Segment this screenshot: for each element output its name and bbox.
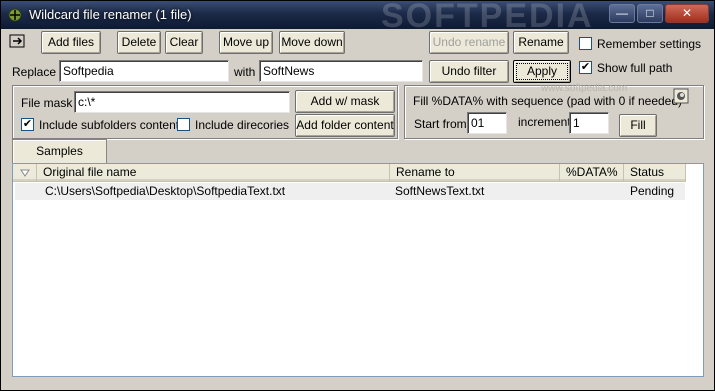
include-directories-label: Include direcories bbox=[195, 118, 290, 132]
increment-label: increment bbox=[518, 115, 571, 129]
file-mask-label: File mask bbox=[21, 96, 73, 110]
minimize-button[interactable]: — bbox=[609, 4, 635, 23]
rename-button[interactable]: Rename bbox=[513, 31, 569, 54]
eraser-icon[interactable] bbox=[673, 88, 689, 104]
app-icon bbox=[8, 8, 22, 22]
remember-settings-checkbox[interactable] bbox=[579, 37, 592, 50]
delete-button[interactable]: Delete bbox=[117, 31, 161, 54]
sequence-heading: Fill %DATA% with sequence (pad with 0 if… bbox=[413, 94, 683, 108]
table-row[interactable]: C:\Users\Softpedia\Desktop\SoftpediaText… bbox=[15, 183, 685, 200]
replace-label: Replace bbox=[12, 65, 57, 79]
sort-column-header[interactable] bbox=[13, 164, 37, 182]
file-list[interactable]: Original file name Rename to %DATA% Stat… bbox=[12, 163, 704, 377]
close-button[interactable]: ✕ bbox=[665, 4, 709, 23]
samples-button[interactable]: Samples bbox=[12, 139, 107, 163]
increment-input[interactable]: 1 bbox=[569, 112, 609, 134]
start-from-label: Start from bbox=[414, 117, 467, 131]
column-header-rename-to[interactable]: Rename to bbox=[390, 164, 560, 182]
show-full-path-label: Show full path bbox=[597, 61, 673, 75]
apply-button[interactable]: Apply bbox=[513, 60, 571, 83]
cell-original: C:\Users\Softpedia\Desktop\SoftpediaText… bbox=[45, 184, 286, 198]
pin-icon[interactable] bbox=[9, 33, 25, 49]
cell-status: Pending bbox=[630, 184, 675, 198]
show-full-path-checkbox[interactable]: ✔ bbox=[579, 61, 592, 74]
softpedia-watermark: www.softpedia.com bbox=[541, 83, 628, 94]
column-header-original[interactable]: Original file name bbox=[37, 164, 390, 182]
add-with-mask-button[interactable]: Add w/ mask bbox=[295, 90, 395, 113]
include-directories-checkbox[interactable] bbox=[177, 118, 190, 131]
remember-settings-label: Remember settings bbox=[597, 37, 702, 51]
add-folder-content-button[interactable]: Add folder content bbox=[295, 114, 395, 137]
file-mask-input[interactable]: c:\* bbox=[74, 91, 290, 113]
cell-rename-to: SoftNewsText.txt bbox=[395, 184, 485, 198]
with-input[interactable]: SoftNews bbox=[259, 60, 423, 82]
window-title: Wildcard file renamer (1 file) bbox=[29, 7, 192, 22]
title-watermark: SOFTPEDIA bbox=[381, 1, 594, 29]
include-subfolders-label: Include subfolders content bbox=[39, 118, 180, 132]
fill-button[interactable]: Fill bbox=[619, 114, 657, 137]
with-label: with bbox=[234, 65, 256, 79]
include-subfolders-checkbox[interactable]: ✔ bbox=[21, 118, 34, 131]
replace-input[interactable]: Softpedia bbox=[59, 60, 229, 82]
app-window: Wildcard file renamer (1 file) SOFTPEDIA… bbox=[0, 0, 715, 391]
move-down-button[interactable]: Move down bbox=[279, 31, 345, 54]
maximize-button[interactable]: □ bbox=[637, 4, 663, 23]
add-files-button[interactable]: Add files bbox=[41, 31, 101, 54]
start-from-input[interactable]: 01 bbox=[467, 112, 507, 134]
title-bar[interactable]: Wildcard file renamer (1 file) SOFTPEDIA… bbox=[1, 1, 714, 29]
column-header-data[interactable]: %DATA% bbox=[560, 164, 624, 182]
undo-filter-button[interactable]: Undo filter bbox=[429, 60, 509, 83]
column-header-status[interactable]: Status bbox=[624, 164, 686, 182]
sort-arrow-icon bbox=[19, 169, 30, 177]
clear-button[interactable]: Clear bbox=[165, 31, 203, 54]
move-up-button[interactable]: Move up bbox=[219, 31, 273, 54]
undo-rename-button[interactable]: Undo rename bbox=[429, 31, 509, 54]
